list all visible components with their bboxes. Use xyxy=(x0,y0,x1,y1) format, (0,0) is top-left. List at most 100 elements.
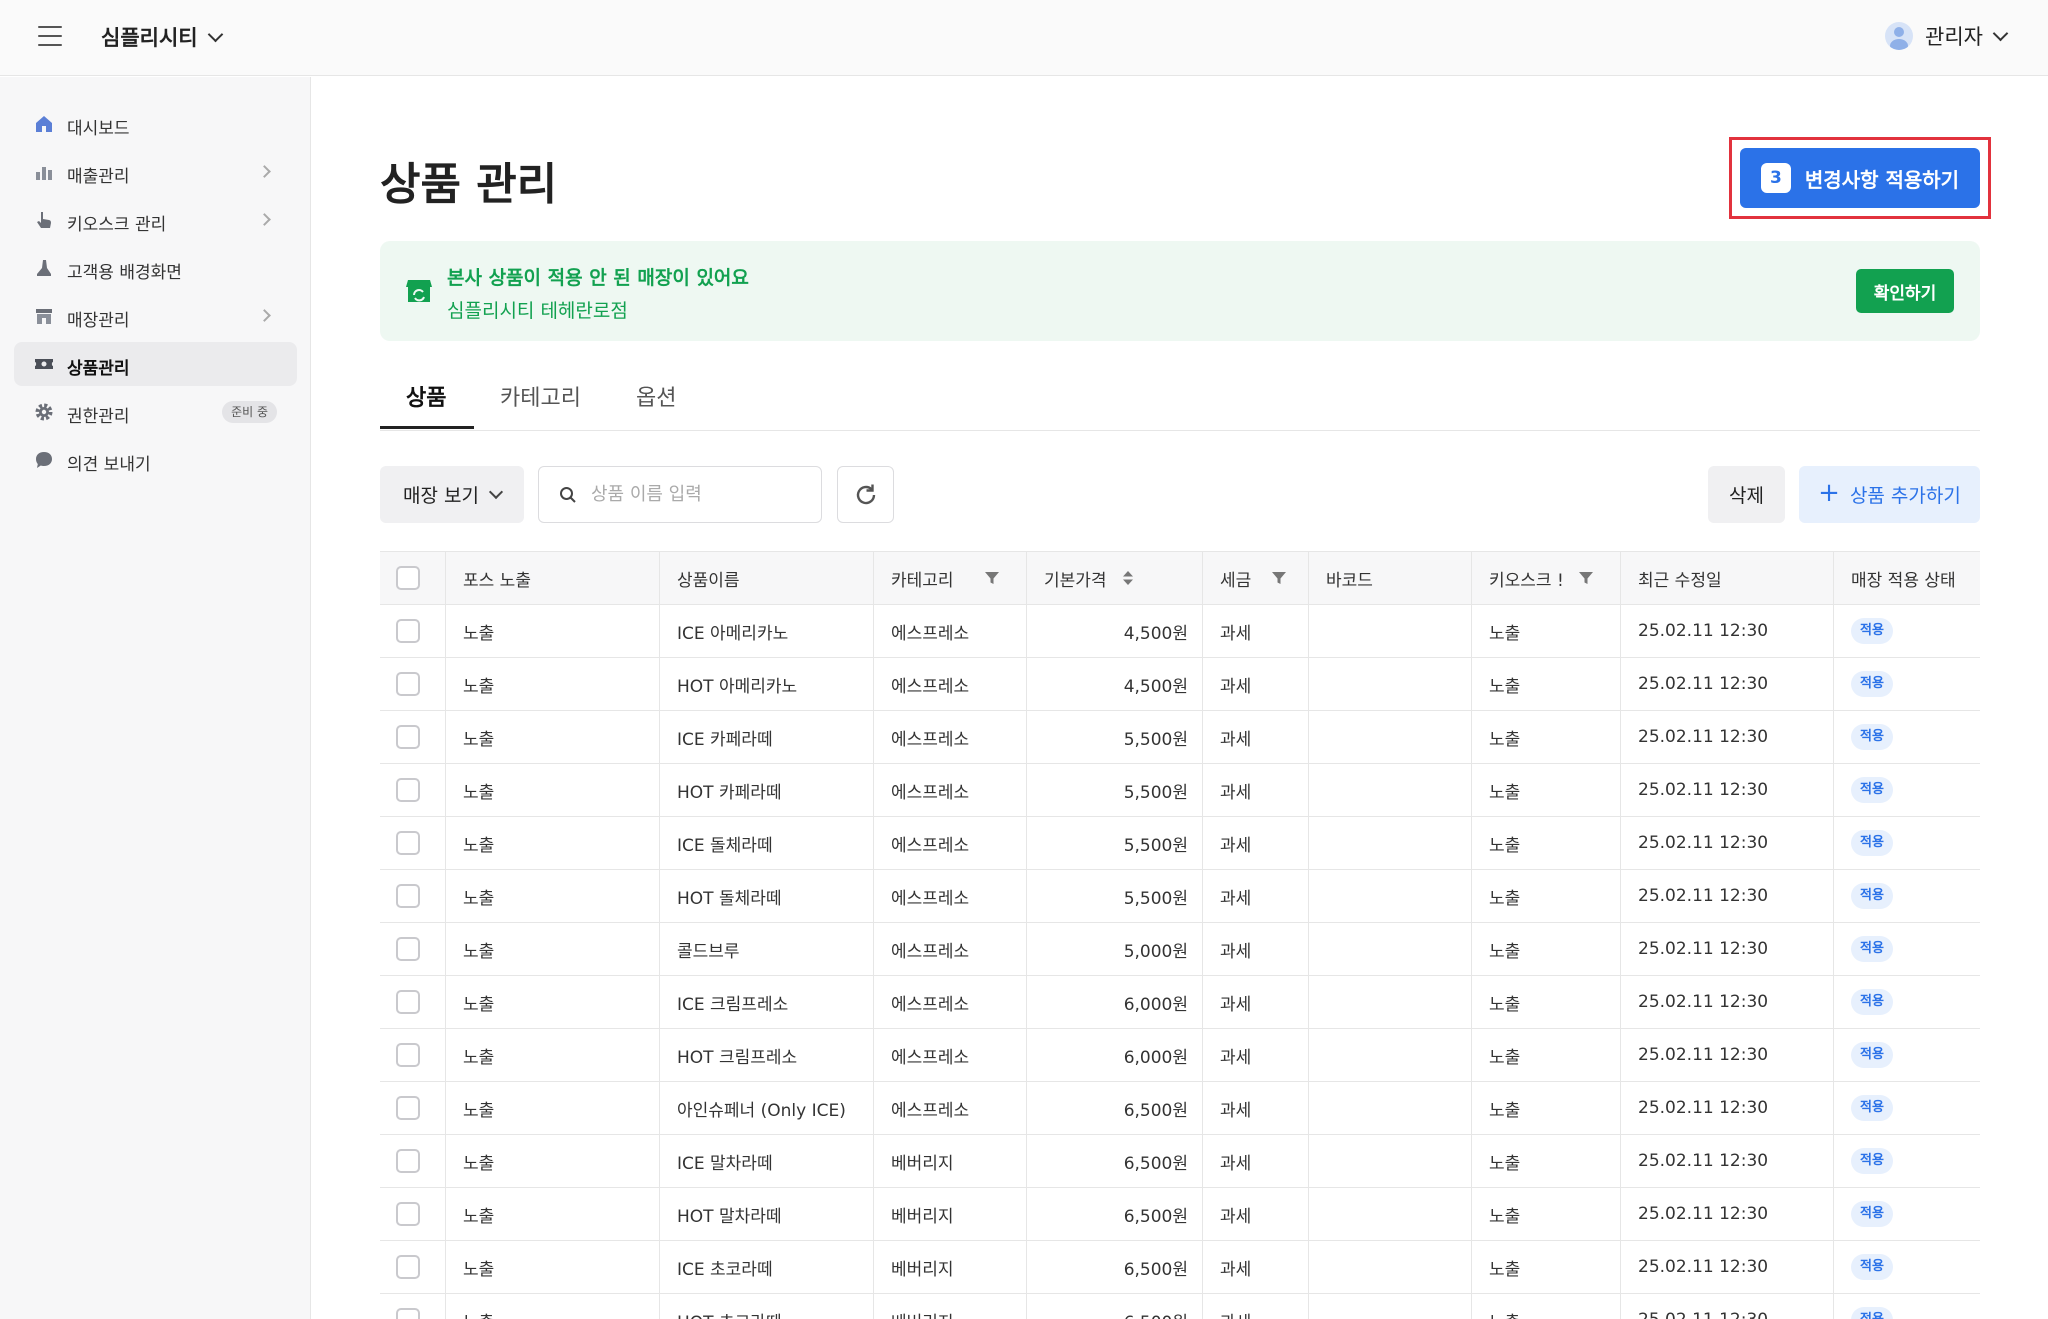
refresh-button[interactable] xyxy=(837,466,894,523)
cell-kiosk: 노출 xyxy=(1489,1029,1520,1081)
filter-icon[interactable] xyxy=(984,570,1000,586)
sidebar-item-background[interactable]: 고객용 배경화면 xyxy=(14,246,297,290)
status-badge: 적용 xyxy=(1851,1307,1893,1319)
header-select-cell xyxy=(396,552,420,604)
column-header-tax-cell[interactable]: 세금 xyxy=(1220,552,1287,604)
column-header-pos[interactable]: 포스 노출 xyxy=(463,552,531,604)
table-row[interactable]: 노출 HOT 아메리카노 에스프레소 4,500원 과세 노출 25.02.11 12:30… xyxy=(380,658,1980,711)
column-header-barcode[interactable]: 바코드 xyxy=(1326,552,1373,604)
row-checkbox[interactable] xyxy=(396,725,420,749)
cell-updated-text: 25.02.11 12:30 xyxy=(1638,1045,1769,1065)
tab-options[interactable]: 옵션 xyxy=(636,380,676,412)
table-row[interactable]: 노출 ICE 크림프레소 에스프레소 6,000원 과세 노출 25.02.11 12:30… xyxy=(380,976,1980,1029)
table-row[interactable]: 노출 콜드브루 에스프레소 5,000원 과세 노출 25.02.11 12:30 적용 xyxy=(380,923,1980,976)
table-row[interactable]: 노출 ICE 아메리카노 에스프레소 4,500원 과세 노출 25.02.11 12:30… xyxy=(380,605,1980,658)
chevron-right-icon xyxy=(258,165,271,178)
user-menu[interactable]: 관리자 xyxy=(1885,21,2009,51)
cell-price-text: 4,500원 xyxy=(1123,623,1188,644)
add-product-button[interactable]: + 상품 추가하기 xyxy=(1799,466,1980,523)
row-checkbox[interactable] xyxy=(396,1202,420,1226)
column-header-price-cell[interactable]: 기본가격 xyxy=(1044,552,1135,604)
row-select-cell xyxy=(396,605,420,657)
cell-tax-text: 과세 xyxy=(1220,994,1252,1015)
row-checkbox[interactable] xyxy=(396,778,420,802)
cell-pos: 노출 xyxy=(463,1294,494,1319)
cell-tax-text: 과세 xyxy=(1220,729,1252,750)
row-checkbox[interactable] xyxy=(396,1255,420,1279)
chevron-right-icon xyxy=(258,309,271,322)
column-header-store-status[interactable]: 매장 적용 상태 xyxy=(1851,552,1956,604)
sidebar-item-kiosk[interactable]: 키오스크 관리 xyxy=(14,198,297,242)
cell-pos-text: 노출 xyxy=(463,1259,495,1280)
column-header-updated[interactable]: 최근 수정일 xyxy=(1638,552,1722,604)
table-row[interactable]: 노출 HOT 돌체라떼 에스프레소 5,500원 과세 노출 25.02.11 12:30 적… xyxy=(380,870,1980,923)
sidebar-item-products[interactable]: 상품관리 xyxy=(14,342,297,386)
table-row[interactable]: 노출 HOT 크림프레소 에스프레소 6,000원 과세 노출 25.02.11 12:30… xyxy=(380,1029,1980,1082)
apply-changes-button[interactable]: 3 변경사항 적용하기 xyxy=(1740,148,1980,208)
row-checkbox[interactable] xyxy=(396,884,420,908)
cell-updated-text: 25.02.11 12:30 xyxy=(1638,621,1769,641)
table-row[interactable]: 노출 HOT 카페라떼 에스프레소 5,500원 과세 노출 25.02.11 12:30 적… xyxy=(380,764,1980,817)
cell-price-text: 5,500원 xyxy=(1123,729,1188,750)
cell-pos-text: 노출 xyxy=(463,835,495,856)
tab-products[interactable]: 상품 xyxy=(406,380,446,412)
menu-icon[interactable] xyxy=(38,26,62,46)
filter-icon[interactable] xyxy=(1271,570,1287,586)
cell-product-name: HOT 초코라떼 xyxy=(677,1294,782,1319)
select-all-checkbox[interactable] xyxy=(396,566,420,590)
filter-icon[interactable] xyxy=(1578,570,1594,586)
cell-category-text: 에스프레소 xyxy=(891,994,970,1015)
refresh-icon xyxy=(856,484,876,505)
row-checkbox[interactable] xyxy=(396,831,420,855)
table-row[interactable]: 노출 HOT 말차라떼 베버리지 6,500원 과세 노출 25.02.11 12:30 적용 xyxy=(380,1188,1980,1241)
row-checkbox[interactable] xyxy=(396,1149,420,1173)
cell-pos-text: 노출 xyxy=(463,1153,495,1174)
row-checkbox[interactable] xyxy=(396,937,420,961)
cell-kiosk-text: 노출 xyxy=(1489,1259,1521,1280)
sidebar-item-sales[interactable]: 매출관리 xyxy=(14,150,297,194)
sidebar-item-feedback[interactable]: 의견 보내기 xyxy=(14,438,297,482)
store-view-dropdown[interactable]: 매장 보기 xyxy=(380,466,524,523)
row-checkbox[interactable] xyxy=(396,990,420,1014)
sidebar-item-store[interactable]: 매장관리 xyxy=(14,294,297,338)
cell-category-text: 베버리지 xyxy=(891,1206,954,1227)
search-input[interactable] xyxy=(591,467,811,522)
cell-tax: 과세 xyxy=(1220,817,1251,869)
column-header-name[interactable]: 상품이름 xyxy=(677,552,740,604)
table-row[interactable]: 노출 ICE 말차라떼 베버리지 6,500원 과세 노출 25.02.11 12:30 적용 xyxy=(380,1135,1980,1188)
row-checkbox[interactable] xyxy=(396,1043,420,1067)
toolbar: 매장 보기 삭제 + 상품 추가하기 xyxy=(380,466,1980,523)
column-header-category: 카테고리 xyxy=(891,570,954,591)
cell-store-status: 적용 xyxy=(1851,1188,1893,1240)
status-badge: 적용 xyxy=(1851,618,1893,644)
sidebar-item-dashboard[interactable]: 대시보드 xyxy=(14,102,297,146)
cell-pos: 노출 xyxy=(463,976,494,1028)
cell-updated-text: 25.02.11 12:30 xyxy=(1638,1151,1769,1171)
delete-button[interactable]: 삭제 xyxy=(1708,466,1785,523)
cell-store-status: 적용 xyxy=(1851,976,1893,1028)
row-checkbox[interactable] xyxy=(396,1308,420,1319)
cell-pos: 노출 xyxy=(463,711,494,763)
column-header-kiosk-cell[interactable]: 키오스크 ! xyxy=(1489,552,1594,604)
column-header-category-cell[interactable]: 카테고리 xyxy=(891,552,1000,604)
sidebar-item-permissions[interactable]: 권한관리 준비 중 xyxy=(14,390,297,434)
sort-icon[interactable] xyxy=(1121,570,1135,586)
confirm-button[interactable]: 확인하기 xyxy=(1856,269,1954,313)
row-checkbox[interactable] xyxy=(396,1096,420,1120)
cell-tax-text: 과세 xyxy=(1220,1206,1252,1227)
cell-product-name: HOT 말차라떼 xyxy=(677,1188,782,1240)
cell-category-text: 에스프레소 xyxy=(891,729,970,750)
row-checkbox[interactable] xyxy=(396,672,420,696)
table-row[interactable]: 노출 ICE 카페라떼 에스프레소 5,500원 과세 노출 25.02.11 12:30 적… xyxy=(380,711,1980,764)
table-row[interactable]: 노출 HOT 초코라떼 베버리지 6,500원 과세 노출 25.02.11 12:30 적용 xyxy=(380,1294,1980,1319)
cell-tax: 과세 xyxy=(1220,1135,1251,1187)
row-checkbox[interactable] xyxy=(396,619,420,643)
table-row[interactable]: 노출 ICE 초코라떼 베버리지 6,500원 과세 노출 25.02.11 12:30 적용 xyxy=(380,1241,1980,1294)
cell-price-text: 5,000원 xyxy=(1123,941,1188,962)
cell-kiosk: 노출 xyxy=(1489,658,1520,710)
table-row[interactable]: 노출 ICE 돌체라떼 에스프레소 5,500원 과세 노출 25.02.11 12:30 적… xyxy=(380,817,1980,870)
table-row[interactable]: 노출 아인슈페너 (Only ICE) 에스프레소 6,500원 과세 노출 25.02.1… xyxy=(380,1082,1980,1135)
brand-selector[interactable]: 심플리시티 xyxy=(101,22,223,52)
tab-categories[interactable]: 카테고리 xyxy=(500,380,581,412)
cell-pos: 노출 xyxy=(463,1029,494,1081)
